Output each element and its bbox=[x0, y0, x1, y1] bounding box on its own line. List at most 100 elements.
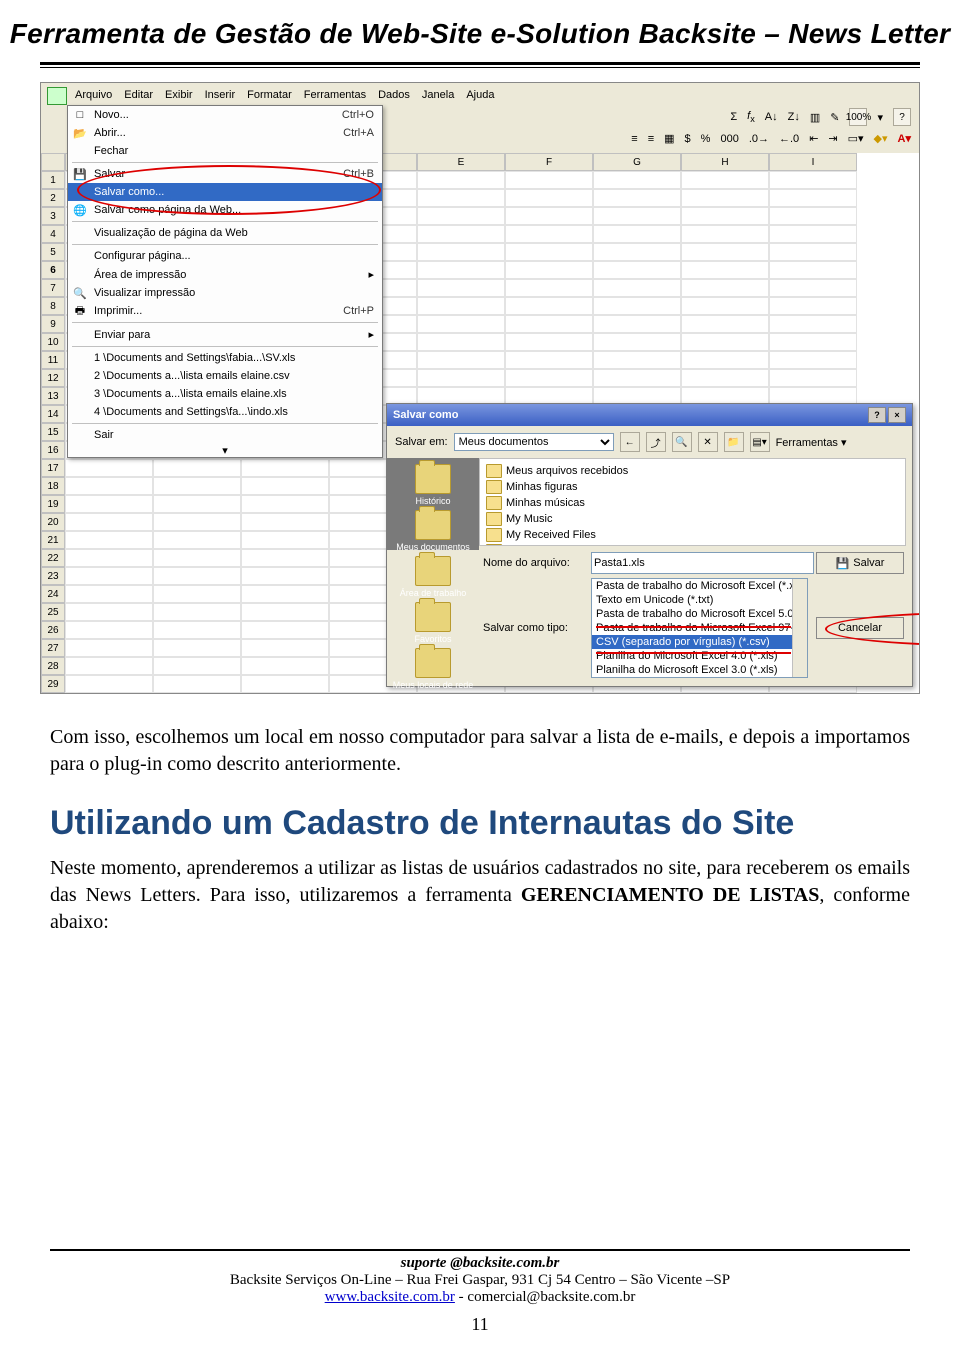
row-header[interactable]: 25 bbox=[41, 603, 65, 621]
row-header[interactable]: 9 bbox=[41, 315, 65, 333]
cell[interactable] bbox=[769, 297, 857, 315]
drawing-icon[interactable]: ✎ bbox=[830, 111, 839, 124]
column-header[interactable]: E bbox=[417, 153, 505, 171]
menu-item[interactable]: □Novo...Ctrl+O bbox=[68, 106, 382, 124]
row-header[interactable]: 16 bbox=[41, 441, 65, 459]
row-header[interactable]: 4 bbox=[41, 225, 65, 243]
row-header[interactable]: 29 bbox=[41, 675, 65, 693]
cell[interactable] bbox=[417, 351, 505, 369]
row-header[interactable]: 18 bbox=[41, 477, 65, 495]
up-one-level-button[interactable]: ⤴ bbox=[646, 432, 666, 452]
cell[interactable] bbox=[505, 351, 593, 369]
cell[interactable] bbox=[593, 333, 681, 351]
increase-indent-icon[interactable]: ⇥ bbox=[828, 132, 837, 145]
cell[interactable] bbox=[153, 621, 241, 639]
menu-item[interactable]: 1 \Documents and Settings\fabia...\SV.xl… bbox=[68, 349, 382, 367]
row-header[interactable]: 24 bbox=[41, 585, 65, 603]
row-header[interactable]: 19 bbox=[41, 495, 65, 513]
menubar-exibir[interactable]: Exibir bbox=[165, 89, 193, 101]
sort-desc-icon[interactable]: Z↓ bbox=[788, 111, 800, 123]
currency-icon[interactable]: $ bbox=[685, 133, 691, 145]
menu-item[interactable]: 3 \Documents a...\lista emails elaine.xl… bbox=[68, 385, 382, 403]
cell[interactable] bbox=[769, 369, 857, 387]
views-button[interactable]: ▤▾ bbox=[750, 432, 770, 452]
row-header[interactable]: 21 bbox=[41, 531, 65, 549]
cell[interactable] bbox=[769, 279, 857, 297]
fx-icon[interactable]: fx bbox=[747, 110, 755, 124]
menu-item[interactable]: 🖶Imprimir...Ctrl+P bbox=[68, 302, 382, 320]
search-web-button[interactable]: 🔍 bbox=[672, 432, 692, 452]
cell[interactable] bbox=[153, 603, 241, 621]
places-item[interactable]: Meus documentos bbox=[396, 510, 470, 552]
cell[interactable] bbox=[153, 531, 241, 549]
sort-asc-icon[interactable]: A↓ bbox=[765, 111, 778, 123]
cell[interactable] bbox=[681, 297, 769, 315]
row-header[interactable]: 12 bbox=[41, 369, 65, 387]
row-header[interactable]: 3 bbox=[41, 207, 65, 225]
savetype-scrollbar[interactable] bbox=[792, 579, 807, 677]
cell[interactable] bbox=[65, 477, 153, 495]
font-color-icon[interactable]: A▾ bbox=[898, 132, 911, 145]
cell[interactable] bbox=[505, 333, 593, 351]
cell[interactable] bbox=[593, 207, 681, 225]
cell[interactable] bbox=[417, 243, 505, 261]
menu-item[interactable]: Área de impressão▸ bbox=[68, 265, 382, 284]
cell[interactable] bbox=[593, 279, 681, 297]
cell[interactable] bbox=[153, 495, 241, 513]
cell[interactable] bbox=[593, 297, 681, 315]
filename-input[interactable] bbox=[591, 552, 814, 574]
cell[interactable] bbox=[241, 495, 329, 513]
row-header[interactable]: 8 bbox=[41, 297, 65, 315]
menu-item[interactable]: Sair bbox=[68, 426, 382, 444]
menu-expand-icon[interactable]: ▾ bbox=[68, 444, 382, 457]
cell[interactable] bbox=[417, 333, 505, 351]
cell[interactable] bbox=[153, 549, 241, 567]
dropdown-arrow-icon[interactable]: ▾ bbox=[877, 111, 883, 124]
cell[interactable] bbox=[505, 225, 593, 243]
menubar-formatar[interactable]: Formatar bbox=[247, 89, 292, 101]
cell[interactable] bbox=[769, 243, 857, 261]
cell[interactable] bbox=[65, 495, 153, 513]
cell[interactable] bbox=[241, 477, 329, 495]
menubar-editar[interactable]: Editar bbox=[124, 89, 153, 101]
cell[interactable] bbox=[65, 513, 153, 531]
cell[interactable] bbox=[153, 585, 241, 603]
savetype-option[interactable]: Pasta de trabalho do Microsoft Excel (*.… bbox=[592, 579, 807, 593]
cell[interactable] bbox=[681, 693, 769, 694]
cell[interactable] bbox=[681, 333, 769, 351]
menubar-janela[interactable]: Janela bbox=[422, 89, 454, 101]
file-item[interactable]: Meus arquivos recebidos bbox=[486, 463, 899, 479]
cell[interactable] bbox=[769, 189, 857, 207]
cell[interactable] bbox=[505, 693, 593, 694]
column-header[interactable]: G bbox=[593, 153, 681, 171]
menu-item[interactable]: Configurar página... bbox=[68, 247, 382, 265]
cell[interactable] bbox=[417, 315, 505, 333]
percent-icon[interactable]: % bbox=[701, 133, 711, 145]
cell[interactable] bbox=[241, 531, 329, 549]
file-item[interactable]: My Music bbox=[486, 511, 899, 527]
places-item[interactable]: Histórico bbox=[415, 464, 451, 506]
cell[interactable] bbox=[505, 315, 593, 333]
row-header[interactable]: 30 bbox=[41, 693, 65, 694]
cell[interactable] bbox=[505, 261, 593, 279]
cell[interactable] bbox=[681, 243, 769, 261]
back-button[interactable]: ← bbox=[620, 432, 640, 452]
menubar-ferramentas[interactable]: Ferramentas bbox=[304, 89, 366, 101]
row-header[interactable]: 13 bbox=[41, 387, 65, 405]
cell[interactable] bbox=[593, 225, 681, 243]
row-header[interactable]: 20 bbox=[41, 513, 65, 531]
cell[interactable] bbox=[65, 675, 153, 693]
row-header[interactable]: 17 bbox=[41, 459, 65, 477]
column-header[interactable]: H bbox=[681, 153, 769, 171]
increase-decimal-icon[interactable]: .0→ bbox=[749, 133, 769, 145]
cell[interactable] bbox=[241, 603, 329, 621]
cell[interactable] bbox=[593, 171, 681, 189]
savetype-option[interactable]: CSV (separado por vírgulas) (*.csv) bbox=[592, 635, 807, 649]
zoom-select[interactable]: 100% bbox=[849, 108, 867, 126]
menu-item[interactable]: 🔍Visualizar impressão bbox=[68, 284, 382, 302]
cell[interactable] bbox=[769, 351, 857, 369]
cell[interactable] bbox=[241, 513, 329, 531]
decrease-decimal-icon[interactable]: ←.0 bbox=[779, 133, 799, 145]
cell[interactable] bbox=[65, 639, 153, 657]
menu-item[interactable]: 2 \Documents a...\lista emails elaine.cs… bbox=[68, 367, 382, 385]
